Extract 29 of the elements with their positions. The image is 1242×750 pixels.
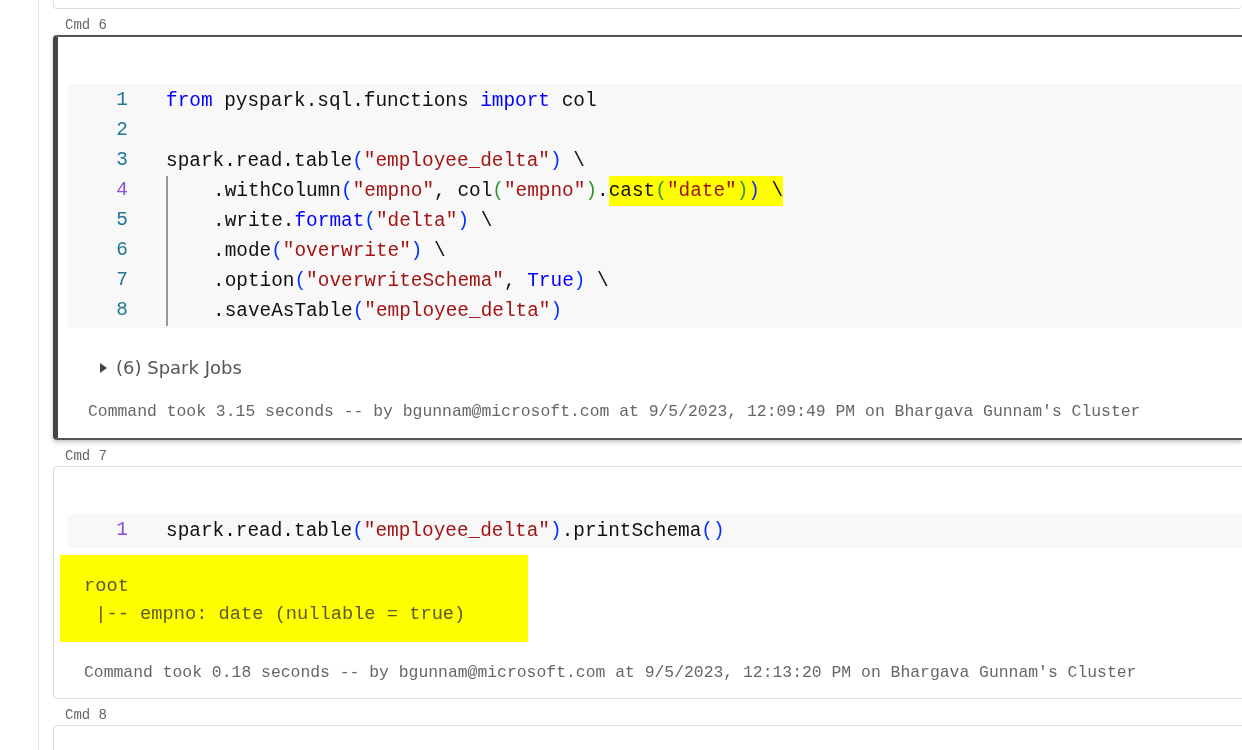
code-line: spark.read.table("employee_delta") \ <box>166 149 585 174</box>
cell-label: Cmd 8 <box>65 707 107 724</box>
code-line: .option("overwriteSchema", True) \ <box>166 266 609 296</box>
code-line: spark.read.table("employee_delta").printSchema() <box>166 518 725 544</box>
line-number: 1 <box>115 88 128 114</box>
line-number: 7 <box>115 268 128 294</box>
code-line: .saveAsTable("employee_delta") <box>166 296 563 326</box>
code-editor[interactable]: 1 spark.read.table("employee_delta").printSchema() <box>68 513 1242 548</box>
code-line: .write.format("delta") \ <box>166 206 493 236</box>
notebook-cell[interactable] <box>53 35 1242 440</box>
code-editor[interactable] <box>68 84 1242 328</box>
spark-jobs-toggle[interactable]: (6) Spark Jobs <box>99 354 242 381</box>
line-number: 8 <box>115 298 128 324</box>
line-number: 4 <box>115 178 128 204</box>
cell-label: Cmd 7 <box>65 447 107 464</box>
code-line: from pyspark.sql.functions import col <box>166 89 597 114</box>
notebook-cell[interactable]: 1 spark.read.table("employee_delta").printSchema() root |-- empno: date (nullable = true) Command took 0.18 seconds -- by bgunnam@microsoft.com at 9/5/2023, 12:13:20 PM on Bhargava Gunnam's Cluster <box>53 465 1242 700</box>
command-status: Command took 0.18 seconds -- by bgunnam@microsoft.com at 9/5/2023, 12:13:20 PM on Bhargava Gunnam's Cluster <box>84 662 1137 682</box>
line-number: 3 <box>115 148 128 174</box>
code-line: .mode("overwrite") \ <box>166 236 446 266</box>
code-line: .withColumn("empno", col("empno").cast("date")) \ <box>166 176 784 206</box>
caret-icon <box>99 361 108 374</box>
command-status: Command took 3.15 seconds -- by bgunnam@microsoft.com at 9/5/2023, 12:09:49 PM on Bhargava Gunnam's Cluster <box>88 402 1141 421</box>
cell-label: Cmd 6 <box>65 17 107 33</box>
output-text: root |-- empno: date (nullable = true) <box>60 554 528 642</box>
line-number: 6 <box>115 238 128 264</box>
line-number: 1 <box>115 518 128 544</box>
line-number: 2 <box>115 118 128 144</box>
line-number: 5 <box>115 208 128 234</box>
